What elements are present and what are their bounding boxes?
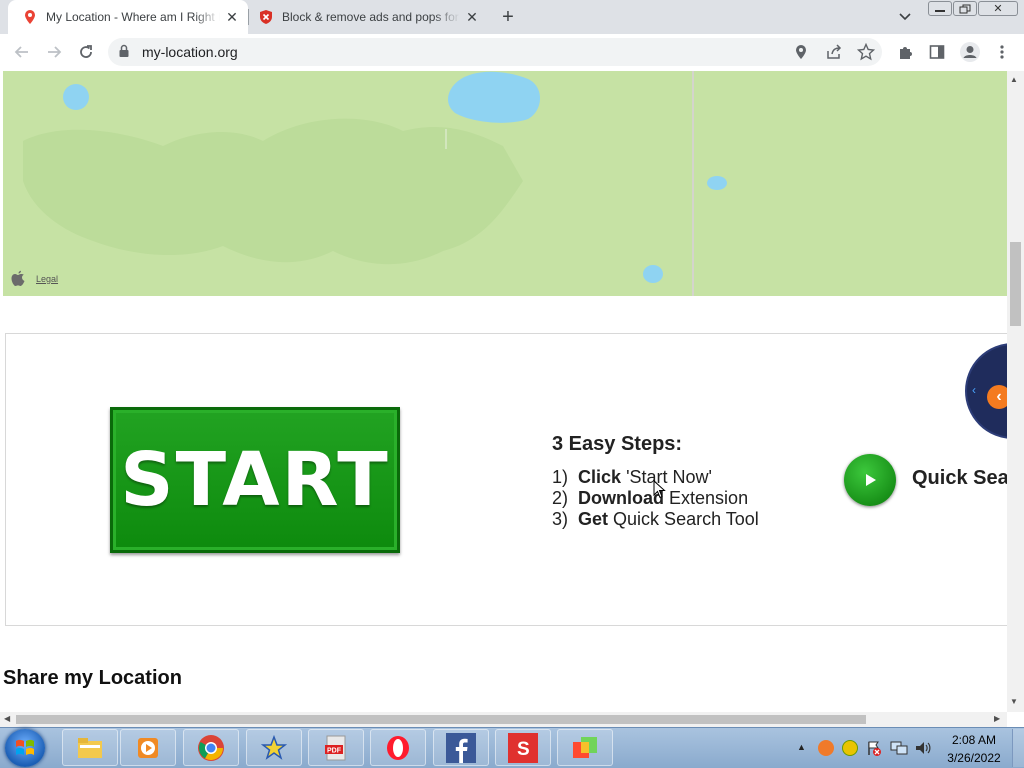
opera-icon	[387, 735, 409, 760]
map-pin-icon	[25, 10, 35, 24]
new-tab-button[interactable]: +	[496, 5, 520, 29]
restore-button[interactable]	[953, 1, 977, 16]
quick-search-label[interactable]: Quick Search	[912, 467, 1007, 490]
close-window-button[interactable]: ✕	[978, 1, 1018, 16]
extensions-puzzle-icon[interactable]	[897, 43, 915, 61]
reload-button[interactable]	[73, 39, 99, 65]
menu-kebab-icon[interactable]	[996, 44, 1008, 60]
action-center-flag-icon[interactable]	[866, 740, 882, 756]
clock-date[interactable]: 3/26/2022	[940, 751, 1008, 765]
forward-button[interactable]	[41, 39, 67, 65]
arrow-left-icon	[14, 46, 28, 58]
back-button[interactable]	[9, 39, 35, 65]
horizontal-scroll-thumb[interactable]	[16, 715, 866, 724]
svg-text:S: S	[517, 739, 530, 760]
map-terrain	[3, 71, 1007, 296]
share-icon[interactable]	[825, 44, 843, 60]
side-panel-icon[interactable]	[929, 44, 945, 60]
taskbar-facebook-button[interactable]	[433, 729, 489, 766]
step-number: 1)	[552, 467, 569, 487]
apple-logo-icon	[10, 270, 26, 288]
arrow-left-circle-icon: ‹	[987, 385, 1007, 409]
taskbar-explorer-button[interactable]	[62, 729, 118, 766]
clock-time[interactable]: 2:08 AM	[944, 733, 1004, 747]
close-tab-icon[interactable]: ✕	[464, 9, 480, 25]
page-viewport[interactable]: Legal START 3 Easy Steps: 1) Click 'Star…	[0, 71, 1007, 712]
tab-title: Block & remove ads and pops for free	[282, 10, 460, 24]
share-location-heading: Share my Location	[3, 667, 182, 689]
step-item: 2) Download Extension	[552, 488, 748, 509]
step-text: Extension	[664, 488, 749, 508]
network-icon[interactable]	[890, 740, 908, 756]
step-action: Click	[578, 467, 622, 487]
scroll-up-icon[interactable]: ▲	[1010, 75, 1018, 84]
facebook-icon	[446, 732, 476, 763]
taskbar-star-app-button[interactable]	[246, 729, 302, 766]
tab-block-ads[interactable]: Block & remove ads and pops for free ✕	[244, 0, 488, 34]
step-item: 1) Click 'Start Now'	[552, 467, 712, 488]
step-item: 3) Get Quick Search Tool	[552, 509, 759, 530]
restore-icon	[959, 4, 971, 13]
taskbar-colorful-app-button[interactable]	[557, 729, 613, 766]
tab-title: My Location - Where am I Right Now	[46, 10, 220, 24]
tab-search-icon[interactable]	[893, 7, 917, 27]
step-action: Get	[578, 509, 609, 529]
taskbar-chrome-button[interactable]	[183, 729, 239, 766]
taskbar-opera-button[interactable]	[370, 729, 426, 766]
s-app-icon: S	[508, 732, 538, 763]
step-number: 3)	[552, 509, 569, 529]
taskbar-s-app-button[interactable]: S	[495, 729, 551, 766]
chevron-left-icon: ‹	[972, 383, 976, 397]
chrome-icon	[198, 734, 224, 761]
profile-avatar-icon[interactable]	[959, 41, 981, 63]
lock-icon[interactable]	[118, 44, 130, 58]
tray-security-icon[interactable]	[842, 740, 858, 756]
shield-x-icon	[260, 10, 272, 24]
windows-logo-icon	[16, 739, 34, 755]
map-view[interactable]: Legal	[3, 71, 1007, 296]
minimize-button[interactable]	[928, 1, 952, 16]
close-tab-icon[interactable]: ✕	[224, 9, 240, 25]
colorful-app-icon	[573, 736, 597, 758]
quick-search-play-icon[interactable]	[844, 454, 896, 506]
taskbar-pdf-button[interactable]: PDF	[308, 729, 364, 766]
scroll-left-icon[interactable]: ◀	[4, 714, 10, 723]
step-action: Download	[578, 488, 665, 508]
pdf-icon: PDF	[325, 735, 346, 760]
step-text: Quick Search Tool	[608, 509, 759, 529]
show-desktop-button[interactable]	[1012, 729, 1024, 767]
location-pin-icon[interactable]	[794, 44, 810, 60]
vertical-scrollbar[interactable]	[1007, 71, 1024, 712]
start-button[interactable]: START	[110, 407, 400, 553]
url-text[interactable]: my-location.org	[142, 44, 238, 60]
svg-text:PDF: PDF	[327, 747, 342, 754]
windows-explorer-icon	[78, 737, 102, 758]
reload-icon	[80, 45, 92, 58]
taskbar-media-player-button[interactable]	[120, 729, 176, 766]
scroll-down-icon[interactable]: ▼	[1010, 697, 1018, 706]
steps-title: 3 Easy Steps:	[552, 433, 683, 455]
start-menu-button[interactable]	[5, 729, 45, 767]
tab-my-location[interactable]: My Location - Where am I Right Now ✕	[8, 0, 248, 34]
volume-icon[interactable]	[914, 740, 932, 756]
arrow-right-icon	[48, 46, 62, 58]
media-player-icon	[138, 737, 158, 758]
scroll-right-icon[interactable]: ▶	[994, 714, 1000, 723]
map-legal-link[interactable]: Legal	[36, 274, 58, 284]
vertical-scroll-thumb[interactable]	[1010, 242, 1021, 326]
tray-app-icon[interactable]	[818, 740, 834, 756]
star-app-icon	[261, 734, 287, 760]
tab-strip: My Location - Where am I Right Now ✕ Blo…	[0, 0, 1024, 34]
mouse-cursor-icon	[653, 479, 667, 500]
show-hidden-icons-button[interactable]: ▲	[797, 742, 806, 752]
bookmark-star-icon[interactable]	[856, 42, 876, 61]
step-number: 2)	[552, 488, 569, 508]
minimize-icon	[935, 10, 945, 12]
